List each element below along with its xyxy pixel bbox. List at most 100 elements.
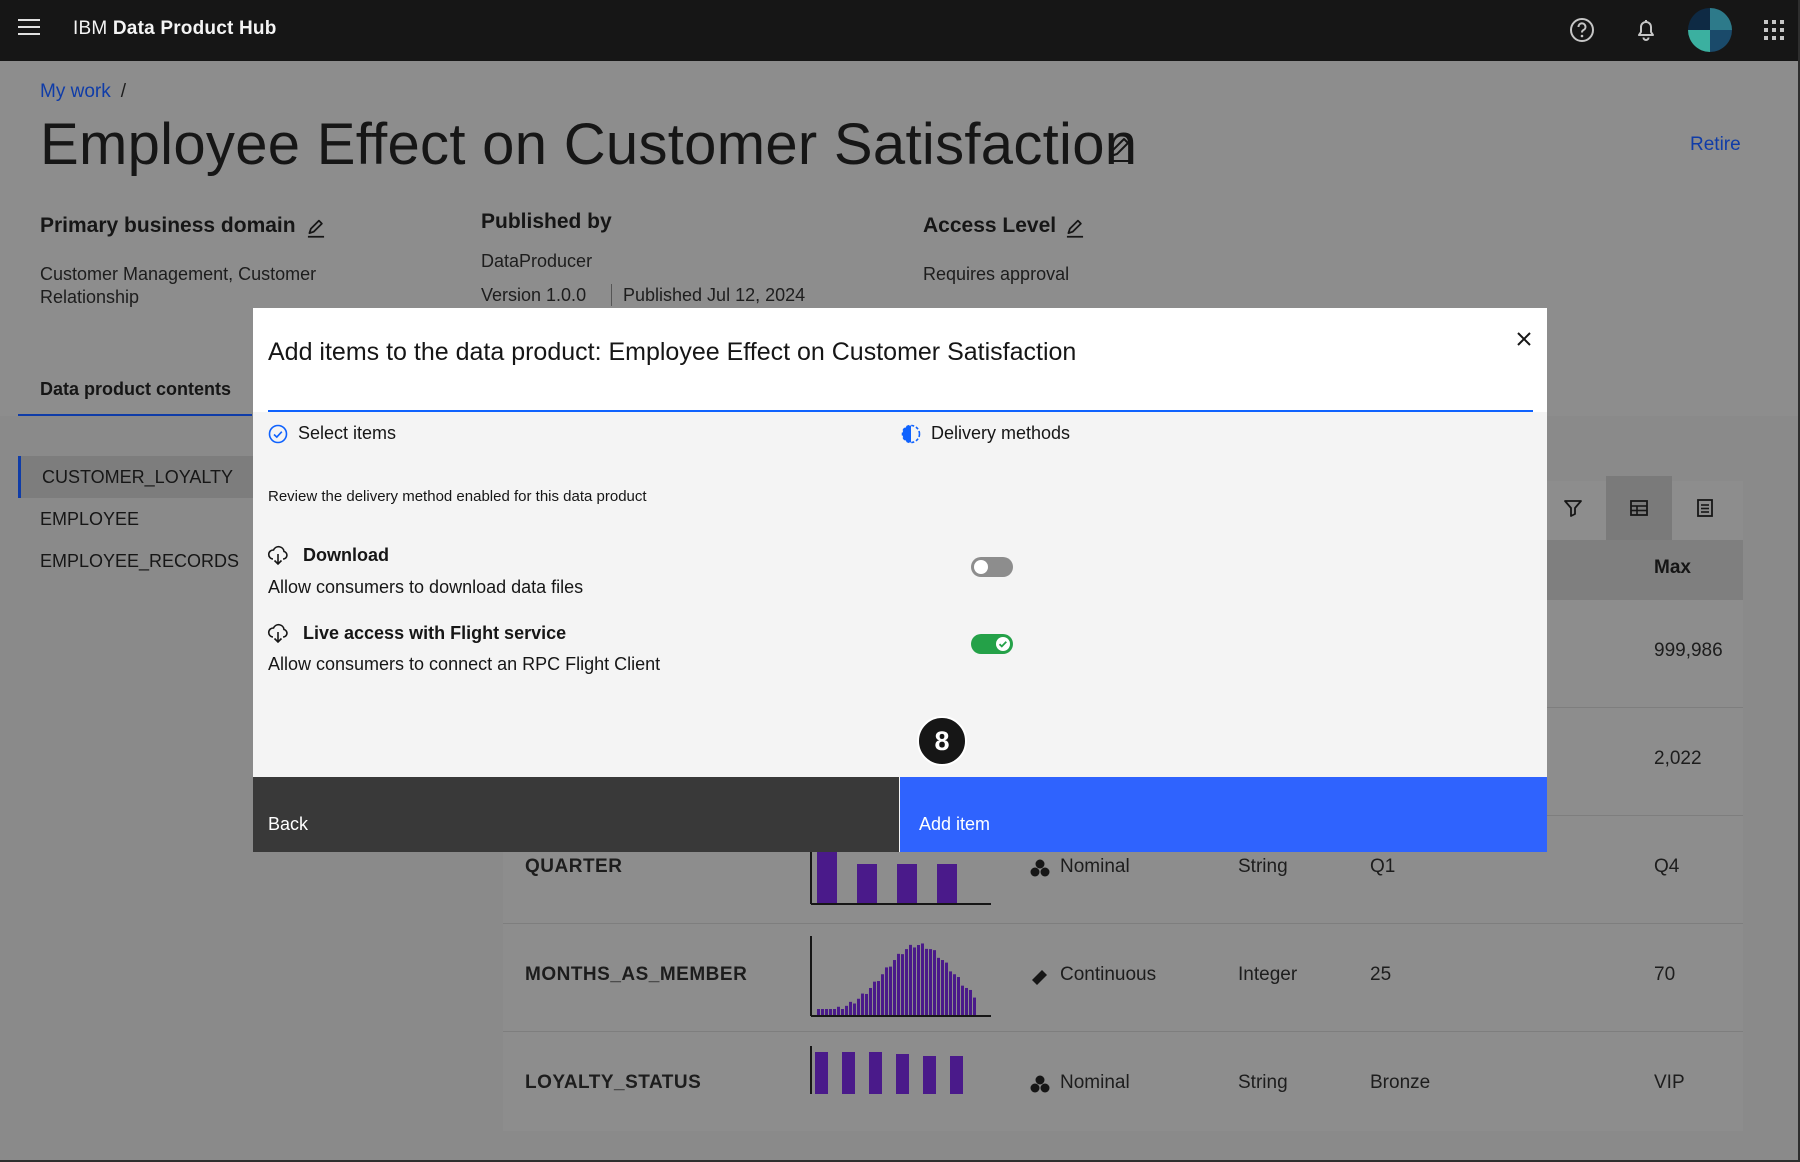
toggle-knob [996, 637, 1010, 651]
retire-link[interactable]: Retire [1690, 134, 1741, 156]
menu-icon[interactable] [18, 19, 40, 39]
table-list-item[interactable]: EMPLOYEE_RECORDS [18, 540, 258, 582]
brand-name: Data Product Hub [112, 18, 277, 39]
grid-toolbar [1540, 476, 1740, 540]
max-cell: Q4 [1654, 856, 1680, 877]
nominal-icon [1030, 1075, 1050, 1093]
toggle-knob [974, 560, 988, 574]
primary-domain-value-line2: Relationship [40, 287, 140, 307]
nominal-icon [1030, 859, 1050, 877]
published-by-label: Published by [481, 210, 612, 233]
histogram-bar [929, 949, 932, 1015]
histogram-bar [885, 967, 888, 1015]
column-name-cell: LOYALTY_STATUS [525, 1072, 702, 1093]
histogram-bar [817, 1009, 820, 1015]
checkmark-circle-icon [268, 424, 288, 443]
min-cell: Bronze [1370, 1072, 1431, 1093]
published-date-text: Published Jul 12, 2024 [623, 285, 806, 305]
table-list-item[interactable]: EMPLOYEE [18, 498, 258, 540]
histogram-chart [810, 1046, 963, 1094]
primary-domain-label: Primary business domain [40, 214, 296, 237]
histogram-bar [917, 945, 920, 1015]
breadcrumb-my-work-link[interactable]: My work [40, 81, 111, 102]
details-view-button[interactable] [1672, 476, 1738, 540]
histogram-bar [933, 950, 936, 1015]
histogram-bar [877, 981, 880, 1015]
histogram-bar [973, 997, 976, 1015]
type-cell: Integer [1238, 964, 1298, 985]
type-cell: String [1238, 856, 1288, 877]
step-select-items[interactable]: Select items [268, 423, 396, 444]
histogram-bar [925, 948, 928, 1015]
column-name-cell: QUARTER [525, 856, 623, 877]
list-details-icon [1697, 499, 1713, 517]
histogram-bar [957, 977, 960, 1015]
histogram-bar [821, 1009, 824, 1015]
filter-button[interactable] [1540, 476, 1606, 540]
histogram-bar [833, 1009, 836, 1015]
primary-domain-value-line1: Customer Management, Customer [40, 264, 317, 284]
breadcrumb: My work / [40, 81, 126, 103]
histogram-bar [921, 943, 924, 1015]
table-list-item[interactable]: CUSTOMER_LOYALTY [18, 456, 258, 498]
flight-toggle[interactable] [971, 634, 1013, 654]
user-avatar[interactable] [1688, 8, 1732, 52]
access-level-value: Requires approval [923, 264, 1070, 284]
edit-domain-icon[interactable] [305, 217, 327, 239]
download-method-description: Allow consumers to download data files [268, 577, 584, 597]
histogram-bar [949, 971, 952, 1015]
step-label: Delivery methods [931, 423, 1071, 443]
max-cell: 2,022 [1654, 748, 1702, 769]
progress-indicator-line [268, 410, 1533, 412]
edit-title-icon[interactable] [1105, 134, 1135, 164]
step-number-badge: 8 [917, 716, 967, 766]
step-delivery-methods[interactable]: Delivery methods [901, 423, 1070, 444]
min-cell: 25 [1370, 964, 1392, 985]
min-cell: Q1 [1370, 856, 1396, 877]
help-icon[interactable] [1566, 14, 1598, 46]
histogram-bar [941, 960, 944, 1015]
modal-title: Add items to the data product: Employee … [268, 338, 1077, 366]
download-toggle[interactable] [971, 557, 1013, 577]
histogram-chart [810, 936, 991, 1017]
type-cell: String [1238, 1072, 1288, 1093]
product-brand[interactable]: IBM Data Product Hub [73, 18, 277, 40]
histogram-bar [849, 1001, 852, 1015]
back-button[interactable]: Back [253, 777, 899, 852]
add-item-button[interactable]: Add item [900, 777, 1547, 852]
max-column-header: Max [1654, 557, 1691, 578]
cloud-download-icon [267, 623, 288, 644]
measure-cell: Nominal [1060, 856, 1130, 877]
histogram-bar [869, 987, 872, 1015]
tab-data-product-contents[interactable]: Data product contents [18, 361, 252, 417]
table-view-button[interactable] [1606, 476, 1672, 540]
download-method-title: Download [303, 545, 389, 565]
histogram-bar [861, 993, 864, 1015]
histogram-bar [837, 1006, 840, 1015]
histogram-bar [853, 1003, 856, 1015]
histogram-bar [889, 966, 892, 1015]
edit-access-level-icon[interactable] [1064, 217, 1086, 239]
add-items-modal: Add items to the data product: Employee … [253, 308, 1547, 852]
histogram-bar [881, 974, 884, 1015]
table-row: LOYALTY_STATUS Nominal String Bronze VIP [503, 1032, 1743, 1094]
published-by-value: DataProducer [481, 251, 593, 271]
histogram-bar [969, 989, 972, 1015]
flight-method-title: Live access with Flight service [303, 623, 567, 643]
notification-icon[interactable] [1630, 14, 1662, 46]
column-name-cell: MONTHS_AS_MEMBER [525, 964, 748, 985]
modal-header: Add items to the data product: Employee … [253, 308, 1547, 412]
table-row: MONTHS_AS_MEMBER Continuous Integer 25 7… [503, 924, 1743, 1032]
histogram-bar [845, 1005, 848, 1015]
max-cell: VIP [1654, 1072, 1685, 1093]
histogram-bar [841, 1009, 844, 1015]
close-icon[interactable] [1508, 323, 1540, 355]
histogram-bar [825, 1009, 828, 1015]
histogram-bar [901, 954, 904, 1015]
histogram-bar [909, 944, 912, 1015]
table-icon [1630, 500, 1648, 516]
current-step-icon [901, 424, 921, 443]
histogram-bar [965, 987, 968, 1015]
app-switcher-icon[interactable] [1758, 14, 1790, 46]
histogram-bar [897, 953, 900, 1015]
